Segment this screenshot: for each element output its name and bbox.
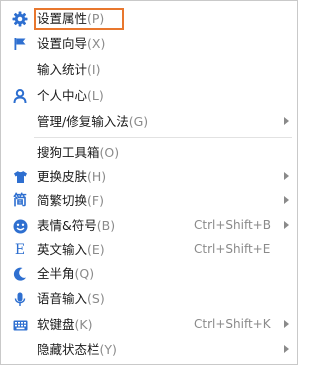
- access-key: (I): [87, 62, 101, 77]
- access-key: (L): [87, 88, 104, 103]
- menu-label: 全半角: [37, 266, 75, 281]
- menu-item-hide-statusbar[interactable]: 隐藏状态栏(Y): [1, 338, 297, 361]
- separator: [34, 137, 292, 138]
- shortcut-text: Ctrl+Shift+E: [194, 242, 271, 256]
- access-key: (G): [128, 114, 149, 129]
- english-e-glyph: E: [14, 242, 26, 258]
- shortcut-text: Ctrl+Shift+K: [194, 317, 271, 331]
- shirt-icon: [10, 167, 30, 187]
- flag-icon: [10, 34, 30, 54]
- menu-item-manage-repair[interactable]: 管理/修复输入法(G): [1, 110, 297, 133]
- jian-icon-glyph: 简: [13, 193, 27, 209]
- jian-icon: 简: [10, 191, 30, 211]
- menu-item-soft-keyboard[interactable]: 软键盘(K) Ctrl+Shift+K: [1, 313, 297, 336]
- menu-label: 表情&符号: [37, 218, 97, 233]
- access-key: (X): [87, 36, 106, 51]
- menu-label: 设置属性: [37, 11, 88, 26]
- microphone-icon: [10, 289, 30, 309]
- menu-label: 管理/修复输入法: [37, 114, 129, 129]
- menu-label: 简繁切换: [37, 193, 88, 208]
- menu-item-english-input[interactable]: E 英文输入(E) Ctrl+Shift+E: [1, 238, 297, 261]
- menu-label: 个人中心: [37, 88, 88, 103]
- menu-item-toolbox[interactable]: 搜狗工具箱(O): [1, 141, 297, 164]
- access-key: (S): [87, 291, 105, 306]
- user-icon: [10, 86, 30, 106]
- keyboard-icon: [10, 315, 30, 335]
- menu-label: 隐藏状态栏: [37, 342, 100, 357]
- submenu-arrow-icon: [284, 117, 289, 125]
- gear-icon: [10, 9, 30, 29]
- submenu-arrow-icon: [284, 345, 289, 353]
- menu-item-input-stats[interactable]: 输入统计(I): [1, 58, 297, 81]
- access-key: (O): [99, 145, 120, 160]
- access-key: (H): [87, 169, 107, 184]
- submenu-arrow-icon: [284, 172, 289, 180]
- menu-item-change-skin[interactable]: 更换皮肤(H): [1, 165, 297, 188]
- menu-label: 语音输入: [37, 291, 88, 306]
- menu-item-simp-trad[interactable]: 简 简繁切换(F): [1, 189, 297, 212]
- access-key: (Q): [74, 266, 95, 281]
- access-key: (E): [87, 242, 105, 257]
- access-key: (K): [74, 317, 93, 332]
- shortcut-text: Ctrl+Shift+B: [194, 218, 271, 232]
- menu-label: 搜狗工具箱: [37, 145, 100, 160]
- menu-label: 输入统计: [37, 62, 88, 77]
- moon-icon: [10, 264, 30, 284]
- submenu-arrow-icon: [284, 221, 289, 229]
- smiley-icon: [10, 216, 30, 236]
- english-e-icon: E: [10, 240, 30, 260]
- access-key: (F): [87, 193, 104, 208]
- menu-item-full-half-width[interactable]: 全半角(Q): [1, 262, 297, 285]
- menu-label: 设置向导: [37, 36, 88, 51]
- menu-item-personal-center[interactable]: 个人中心(L): [1, 84, 297, 107]
- submenu-arrow-icon: [284, 320, 289, 328]
- menu-item-voice-input[interactable]: 语音输入(S): [1, 287, 297, 310]
- menu-label: 英文输入: [37, 242, 88, 257]
- submenu-arrow-icon: [284, 196, 289, 204]
- menu-label: 更换皮肤: [37, 169, 88, 184]
- access-key: (P): [87, 11, 105, 26]
- menu-label: 软键盘: [37, 317, 75, 332]
- menu-item-settings[interactable]: 设置属性(P): [1, 7, 297, 30]
- menu-item-emoji-symbols[interactable]: 表情&符号(B) Ctrl+Shift+B: [1, 214, 297, 237]
- access-key: (Y): [99, 342, 117, 357]
- context-menu: 设置属性(P) 设置向导(X) 输入统计(I) 个人中心(L) 管理/修复输入法…: [0, 0, 298, 365]
- menu-item-setup-wizard[interactable]: 设置向导(X): [1, 32, 297, 55]
- access-key: (B): [96, 218, 116, 233]
